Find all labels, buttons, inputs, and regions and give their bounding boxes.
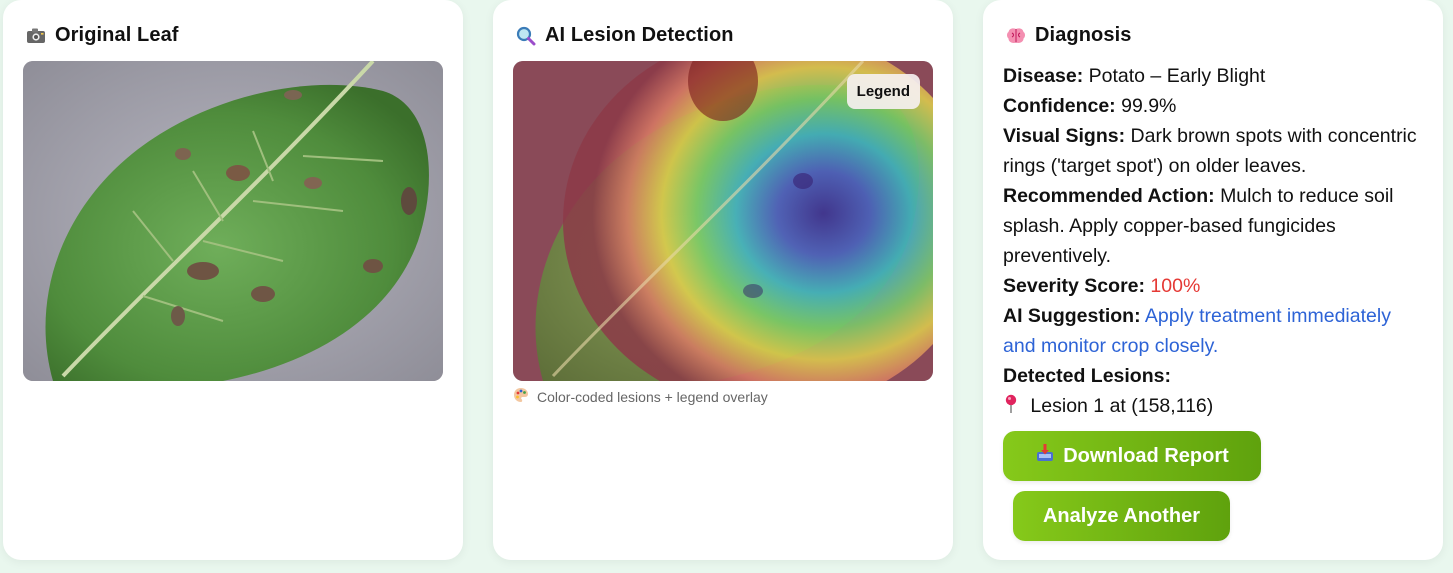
download-report-button[interactable]: Download Report [1003, 431, 1261, 481]
ai-suggestion-label: AI Suggestion: [1003, 305, 1141, 327]
lesion-detection-title: AI Lesion Detection [515, 24, 734, 47]
original-leaf-image [23, 61, 443, 381]
analyze-another-label: Analyze Another [1042, 504, 1201, 527]
diagnosis-card: Diagnosis Disease: Potato – Early Blight… [983, 0, 1443, 560]
palette-icon [513, 387, 529, 406]
pin-icon [1003, 393, 1025, 423]
recommended-action-row: Recommended Action: Mulch to reduce soil… [1003, 181, 1428, 271]
magnifier-icon [515, 25, 537, 47]
disease-label: Disease: [1003, 65, 1084, 87]
results-panel: Original Leaf AI Lesion Detection Legend… [0, 0, 1453, 573]
original-leaf-card: Original Leaf [3, 0, 463, 560]
download-tray-icon [1035, 443, 1055, 469]
confidence-label: Confidence: [1003, 95, 1116, 117]
visual-signs-row: Visual Signs: Dark brown spots with conc… [1003, 121, 1428, 181]
legend-badge[interactable]: Legend [846, 74, 920, 109]
detected-lesions-row: Detected Lesions: [1003, 361, 1428, 391]
detected-lesions-label: Detected Lesions: [1003, 365, 1171, 387]
heatmap-image: Legend [513, 61, 933, 381]
diagnosis-details: Disease: Potato – Early Blight Confidenc… [1003, 61, 1428, 423]
lesion-item: Lesion 1 at (158,116) [1003, 391, 1428, 423]
confidence-value: 99.9% [1121, 95, 1177, 117]
analyze-another-button[interactable]: Analyze Another [1013, 491, 1230, 541]
detection-caption: Color-coded lesions + legend overlay [513, 387, 768, 406]
original-leaf-title: Original Leaf [25, 24, 179, 47]
lesion-detection-title-text: AI Lesion Detection [545, 24, 734, 46]
camera-icon [25, 25, 47, 47]
ai-suggestion-row: AI Suggestion: Apply treatment immediate… [1003, 301, 1428, 361]
recommended-action-label: Recommended Action: [1003, 185, 1215, 207]
severity-label: Severity Score: [1003, 275, 1145, 297]
original-leaf-title-text: Original Leaf [55, 24, 179, 46]
disease-row: Disease: Potato – Early Blight [1003, 61, 1428, 91]
diagnosis-title-text: Diagnosis [1035, 24, 1132, 46]
confidence-row: Confidence: 99.9% [1003, 91, 1428, 121]
detection-caption-text: Color-coded lesions + legend overlay [537, 388, 768, 405]
severity-value: 100% [1150, 275, 1201, 297]
lesion-detection-card: AI Lesion Detection Legend Color-coded l… [493, 0, 953, 560]
download-report-label: Download Report [1063, 444, 1229, 467]
disease-value: Potato – Early Blight [1088, 65, 1266, 87]
diagnosis-title: Diagnosis [1005, 24, 1131, 47]
visual-signs-label: Visual Signs: [1003, 125, 1126, 147]
lesion-item-text: Lesion 1 at (158,116) [1030, 395, 1214, 417]
severity-row: Severity Score: 100% [1003, 271, 1428, 301]
brain-icon [1005, 25, 1027, 47]
